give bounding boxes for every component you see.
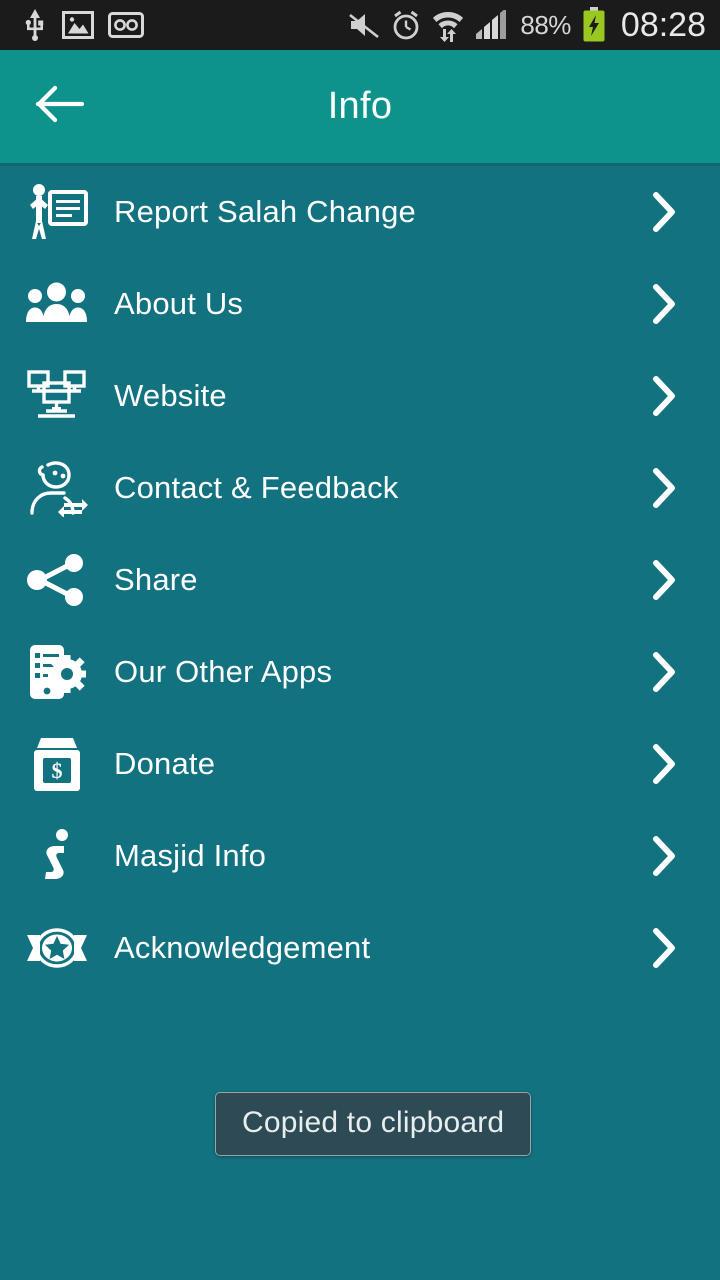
status-bar: 88% 08:28 xyxy=(0,0,720,50)
status-bar-right-icons: 88% 08:28 xyxy=(348,6,706,45)
chevron-right-icon[interactable] xyxy=(642,190,686,234)
support-agent-icon xyxy=(0,442,114,534)
app-bar: Info xyxy=(0,50,720,163)
donation-box-icon: $ xyxy=(0,718,114,810)
chevron-right-icon[interactable] xyxy=(642,282,686,326)
list-item-masjid-info[interactable]: Masjid Info xyxy=(0,810,720,902)
people-group-icon xyxy=(0,258,114,350)
list-item-contact-feedback[interactable]: Contact & Feedback xyxy=(0,442,720,534)
monitor-network-icon xyxy=(0,350,114,442)
list-item-our-other-apps[interactable]: Our Other Apps xyxy=(0,626,720,718)
svg-text:$: $ xyxy=(52,758,63,783)
list-item-label: Share xyxy=(114,562,198,597)
star-badge-icon xyxy=(0,902,114,994)
presenter-board-icon xyxy=(0,166,114,258)
list-item-label: Report Salah Change xyxy=(114,194,416,229)
list-item-report-salah-change[interactable]: Report Salah Change xyxy=(0,166,720,258)
chevron-right-icon[interactable] xyxy=(642,466,686,510)
chevron-right-icon[interactable] xyxy=(642,558,686,602)
list-item-donate[interactable]: $ Donate xyxy=(0,718,720,810)
status-bar-left-icons xyxy=(22,9,144,41)
cellular-signal-icon xyxy=(475,10,509,40)
status-bar-clock: 08:28 xyxy=(620,5,706,44)
wifi-data-transfer-icon xyxy=(432,8,464,42)
chevron-right-icon[interactable] xyxy=(642,650,686,694)
battery-percent-label: 88% xyxy=(520,9,571,40)
phone-gear-icon xyxy=(0,626,114,718)
list-item-share[interactable]: Share xyxy=(0,534,720,626)
sound-muted-icon xyxy=(348,10,380,40)
list-item-label: Acknowledgement xyxy=(114,930,371,965)
info-menu-list: Report Salah Change About Us Website Con… xyxy=(0,166,720,994)
list-item-label: Masjid Info xyxy=(114,838,267,873)
phone-screen: 88% 08:28 Info Report Salah Change About… xyxy=(0,0,720,1280)
screenshot-image-icon xyxy=(62,11,94,39)
alarm-clock-icon xyxy=(391,9,421,41)
chevron-right-icon[interactable] xyxy=(642,834,686,878)
page-title: Info xyxy=(327,85,393,127)
list-item-label: About Us xyxy=(114,286,244,321)
list-item-about-us[interactable]: About Us xyxy=(0,258,720,350)
share-nodes-icon xyxy=(0,534,114,626)
chevron-right-icon[interactable] xyxy=(642,926,686,970)
list-item-label: Our Other Apps xyxy=(114,654,333,689)
chevron-right-icon[interactable] xyxy=(642,374,686,418)
info-italic-icon xyxy=(0,810,114,902)
toast-message: Copied to clipboard xyxy=(242,1106,505,1139)
list-item-website[interactable]: Website xyxy=(0,350,720,442)
list-item-label: Donate xyxy=(114,746,216,781)
toast-notification: Copied to clipboard xyxy=(215,1092,532,1156)
battery-charging-icon xyxy=(582,7,606,43)
voicemail-icon xyxy=(108,12,144,38)
list-item-label: Contact & Feedback xyxy=(114,470,399,505)
list-item-acknowledgement[interactable]: Acknowledgement xyxy=(0,902,720,994)
list-item-label: Website xyxy=(114,378,227,413)
usb-icon xyxy=(22,9,48,41)
chevron-right-icon[interactable] xyxy=(642,742,686,786)
